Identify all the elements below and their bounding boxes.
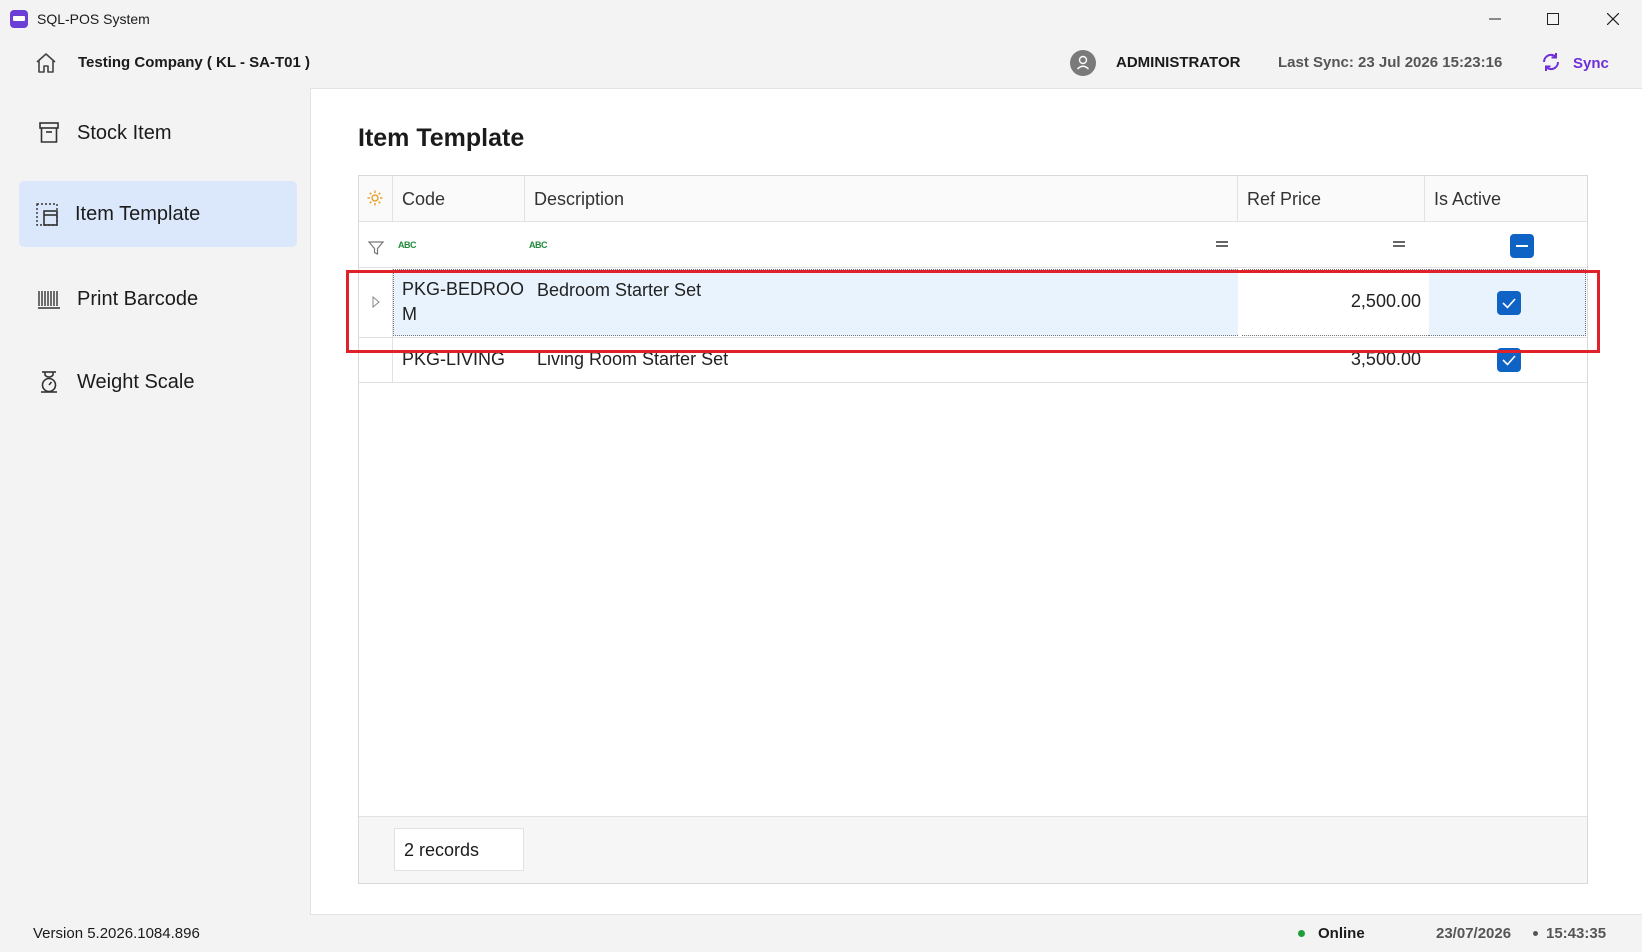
settings-column-button[interactable] <box>359 176 393 222</box>
minimize-button[interactable] <box>1466 0 1524 38</box>
barcode-icon <box>38 291 60 309</box>
sidebar-item-label: Print Barcode <box>77 288 199 310</box>
sync-button[interactable]: Sync <box>1573 55 1609 72</box>
description-filter-abc-icon[interactable]: ABC <box>529 240 548 250</box>
column-header-description[interactable]: Description <box>525 176 1238 222</box>
status-date: 23/07/2026 <box>1436 925 1512 942</box>
template-icon <box>36 203 58 226</box>
sync-icon[interactable] <box>1540 51 1562 73</box>
app-logo-icon <box>10 10 28 28</box>
record-count: 2 records <box>394 828 524 871</box>
sidebar-item-stock-item[interactable]: Stock Item <box>19 100 297 166</box>
version-label: Version 5.2026.1084.896 <box>33 925 200 942</box>
selected-row-highlight <box>346 270 1600 353</box>
grid-footer: 2 records <box>359 816 1587 883</box>
window-title: SQL-POS System <box>37 11 150 27</box>
online-status-dot-icon <box>1298 930 1305 937</box>
minimize-icon <box>1489 18 1501 20</box>
app-header: Testing Company ( KL - SA-T01 ) ADMINIST… <box>0 38 1642 88</box>
sidebar-item-label: Item Template <box>75 203 201 225</box>
column-header-code[interactable]: Code <box>393 176 525 222</box>
is-active-filter-equals-icon[interactable] <box>1393 241 1405 247</box>
last-sync-label: Last Sync: 23 Jul 2026 15:23:16 <box>1278 54 1503 71</box>
sidebar-item-print-barcode[interactable]: Print Barcode <box>19 266 297 332</box>
title-bar: SQL-POS System <box>0 0 1642 38</box>
company-name: Testing Company ( KL - SA-T01 ) <box>78 54 310 71</box>
column-header-is-active[interactable]: Is Active <box>1425 176 1587 222</box>
separator-dot-icon <box>1533 931 1538 936</box>
close-button[interactable] <box>1584 0 1642 38</box>
grid-header: Code Description Ref Price Is Active <box>359 176 1587 222</box>
page-title: Item Template <box>358 124 525 152</box>
username-label: ADMINISTRATOR <box>1116 54 1241 71</box>
status-time: 15:43:35 <box>1546 925 1607 942</box>
archive-box-icon <box>39 122 59 143</box>
ref-price-filter-equals-icon[interactable] <box>1216 241 1228 247</box>
code-filter-abc-icon[interactable]: ABC <box>398 240 417 250</box>
column-header-ref-price[interactable]: Ref Price <box>1238 176 1425 222</box>
sun-settings-icon <box>367 190 383 206</box>
filter-icon <box>368 241 384 255</box>
sidebar-item-weight-scale[interactable]: Weight Scale <box>19 349 297 415</box>
online-status: Online <box>1318 925 1365 942</box>
sidebar-item-label: Stock Item <box>77 122 172 144</box>
close-icon <box>1607 13 1619 25</box>
maximize-icon <box>1547 13 1559 25</box>
weight-scale-icon <box>41 371 57 393</box>
sidebar-item-label: Weight Scale <box>77 371 195 393</box>
home-icon[interactable] <box>34 52 58 74</box>
filter-row: ABC ABC <box>359 222 1587 268</box>
sidebar-item-item-template[interactable]: Item Template <box>19 181 297 247</box>
is-active-filter-checkbox[interactable] <box>1510 234 1534 258</box>
avatar-icon <box>1070 50 1096 76</box>
maximize-button[interactable] <box>1524 0 1582 38</box>
